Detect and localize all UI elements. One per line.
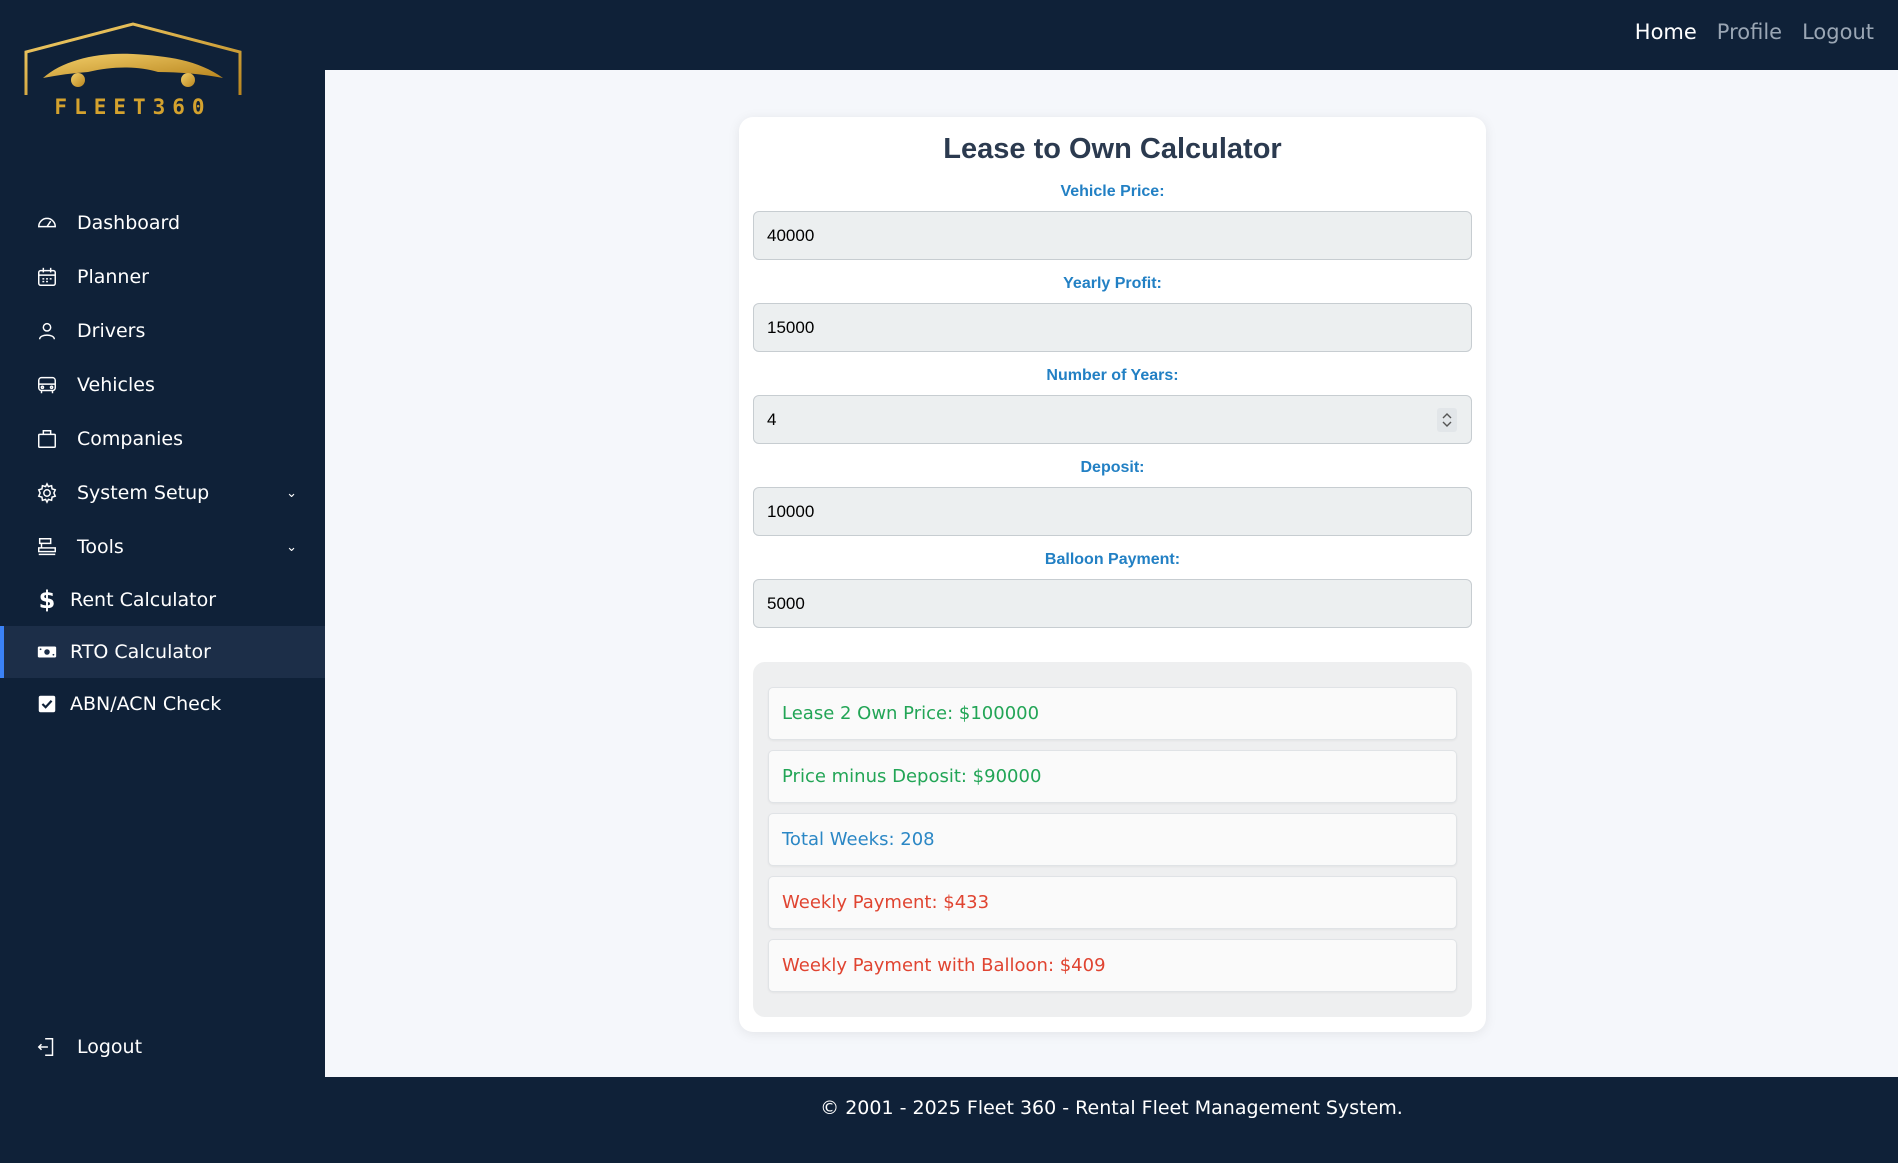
sidebar-nav: Dashboard Planner Drivers Vehicles Compa…: [0, 196, 325, 730]
sidebar-item-tools[interactable]: Tools ⌄: [0, 520, 325, 574]
number-of-years-value: 4: [767, 409, 777, 429]
deposit-label: Deposit:: [1080, 459, 1145, 476]
sidebar-item-label: RTO Calculator: [70, 641, 211, 663]
sidebar-item-drivers[interactable]: Drivers: [0, 304, 325, 358]
page-title: Lease to Own Calculator: [943, 133, 1282, 165]
vehicle-price-label: Vehicle Price:: [1060, 183, 1165, 200]
number-of-years-field: Number of Years: 4: [739, 367, 1486, 444]
result-total-weeks: Total Weeks: 208: [768, 813, 1457, 866]
sidebar-item-vehicles[interactable]: Vehicles: [0, 358, 325, 412]
deposit-field: Deposit: 10000: [739, 459, 1486, 536]
main-content: Lease to Own Calculator Vehicle Price: 4…: [325, 70, 1898, 1077]
yearly-profit-field: Yearly Profit: 15000: [739, 275, 1486, 352]
result-price-minus-deposit: Price minus Deposit: $90000: [768, 750, 1457, 803]
number-of-years-label: Number of Years:: [1046, 367, 1179, 384]
sidebar-item-dashboard[interactable]: Dashboard: [0, 196, 325, 250]
speedometer-icon: [34, 210, 60, 236]
sidebar-item-label: Planner: [77, 266, 149, 288]
sidebar-item-companies[interactable]: Companies: [0, 412, 325, 466]
fleet360-logo[interactable]: FLEET360: [8, 20, 258, 135]
cash-icon: [34, 639, 60, 665]
balloon-payment-label: Balloon Payment:: [1044, 551, 1181, 568]
results-panel: Lease 2 Own Price: $100000 Price minus D…: [753, 662, 1472, 1017]
gear-icon: [34, 480, 60, 506]
result-weekly-payment-balloon: Weekly Payment with Balloon: $409: [768, 939, 1457, 992]
footer-copyright: © 2001 - 2025 Fleet 360 - Rental Fleet M…: [820, 1097, 1403, 1119]
sidebar-item-label: ABN/ACN Check: [70, 693, 222, 715]
yearly-profit-label: Yearly Profit:: [1063, 275, 1162, 292]
chevron-down-icon: ⌄: [286, 486, 297, 501]
calendar-icon: [34, 264, 60, 290]
number-of-years-input[interactable]: 4: [753, 395, 1472, 444]
nav-profile-link[interactable]: Profile: [1717, 20, 1782, 44]
sidebar: FLEET360 Dashboard Planner Drivers Vehic…: [0, 0, 325, 1077]
top-nav-links: Home Profile Logout: [1635, 20, 1874, 44]
dollar-icon: $: [38, 586, 56, 614]
sidebar-item-planner[interactable]: Planner: [0, 250, 325, 304]
nav-logout-link[interactable]: Logout: [1802, 20, 1874, 44]
sidebar-item-system-setup[interactable]: System Setup ⌄: [0, 466, 325, 520]
sidebar-item-rto-calculator[interactable]: RTO Calculator: [0, 626, 325, 678]
sidebar-item-label: Tools: [77, 536, 124, 558]
sidebar-item-rent-calculator[interactable]: $ Rent Calculator: [0, 574, 325, 626]
number-spinner-icon[interactable]: [1437, 408, 1457, 432]
sidebar-logout-label: Logout: [77, 1036, 143, 1058]
sidebar-item-label: Companies: [77, 428, 184, 450]
yearly-profit-input[interactable]: 15000: [753, 303, 1472, 352]
balloon-payment-input[interactable]: 5000: [753, 579, 1472, 628]
user-icon: [34, 318, 60, 344]
brand-name: FLEET360: [54, 95, 212, 119]
chevron-down-icon: ⌄: [286, 540, 297, 555]
logout-icon: [34, 1034, 60, 1060]
sidebar-item-abn-acn-check[interactable]: ABN/ACN Check: [0, 678, 325, 730]
sidebar-logout-button[interactable]: Logout: [34, 1034, 142, 1060]
briefcase-icon: [34, 426, 60, 452]
vehicle-price-field: Vehicle Price: 40000: [739, 183, 1486, 260]
sidebar-item-label: Rent Calculator: [70, 589, 217, 611]
tools-icon: [34, 534, 60, 560]
balloon-payment-field: Balloon Payment: 5000: [739, 551, 1486, 628]
footer: © 2001 - 2025 Fleet 360 - Rental Fleet M…: [325, 1077, 1898, 1163]
sidebar-item-label: Drivers: [77, 320, 146, 342]
calculator-card: Lease to Own Calculator Vehicle Price: 4…: [739, 117, 1486, 1032]
vehicle-price-input[interactable]: 40000: [753, 211, 1472, 260]
result-weekly-payment: Weekly Payment: $433: [768, 876, 1457, 929]
sidebar-item-label: Dashboard: [77, 212, 181, 234]
sidebar-item-label: System Setup: [77, 482, 210, 504]
deposit-input[interactable]: 10000: [753, 487, 1472, 536]
car-icon: [34, 372, 60, 398]
checkbox-icon: [34, 691, 60, 717]
result-lease-own-price: Lease 2 Own Price: $100000: [768, 687, 1457, 740]
nav-home-link[interactable]: Home: [1635, 20, 1697, 44]
sidebar-item-label: Vehicles: [77, 374, 155, 396]
